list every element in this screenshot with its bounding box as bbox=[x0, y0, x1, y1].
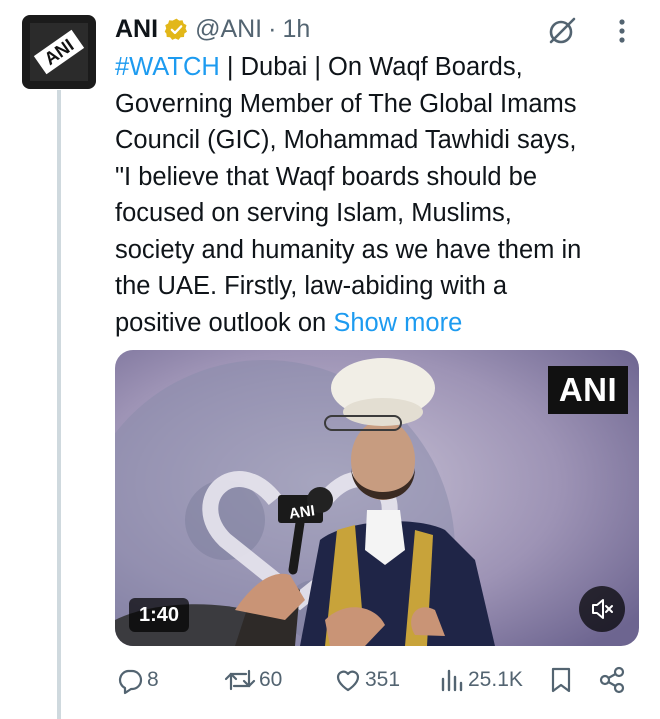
video-duration: 1:40 bbox=[129, 598, 190, 632]
ani-watermark: ANI bbox=[548, 366, 628, 414]
views-icon bbox=[441, 669, 463, 692]
reply-count: 8 bbox=[147, 668, 159, 691]
grok-icon[interactable] bbox=[545, 14, 579, 48]
mute-icon bbox=[592, 599, 613, 619]
verified-badge-icon[interactable] bbox=[164, 17, 189, 42]
repost-icon bbox=[224, 669, 256, 691]
tweet-header: ANI @ANI · 1h bbox=[115, 14, 310, 44]
header-separator: · bbox=[268, 14, 277, 43]
like-count: 351 bbox=[365, 668, 401, 691]
mute-button[interactable] bbox=[579, 586, 625, 632]
more-vertical-icon[interactable] bbox=[612, 14, 632, 48]
hashtag-link[interactable]: #WATCH bbox=[115, 53, 220, 81]
reply-icon bbox=[118, 669, 143, 695]
bookmark-icon bbox=[551, 667, 571, 693]
bookmark-button[interactable] bbox=[547, 662, 575, 698]
thread-line bbox=[57, 90, 61, 719]
repost-button[interactable]: 60 bbox=[223, 662, 282, 698]
action-bar: 8 60 351 25.1K bbox=[115, 662, 635, 698]
tweet-text: #WATCH | Dubai | On Waqf Boards, Governi… bbox=[115, 49, 635, 341]
views-count: 25.1K bbox=[468, 668, 523, 691]
show-more-link[interactable]: Show more bbox=[333, 309, 462, 337]
share-button[interactable] bbox=[597, 662, 627, 698]
reply-button[interactable]: 8 bbox=[115, 662, 159, 698]
tweet-body: | Dubai | On Waqf Boards, Governing Memb… bbox=[115, 53, 582, 337]
repost-count: 60 bbox=[259, 668, 283, 691]
video-player[interactable]: ANI ANI 1:40 bbox=[115, 350, 639, 646]
heart-icon bbox=[336, 670, 360, 692]
tweet-time[interactable]: 1h bbox=[282, 15, 310, 44]
views-button[interactable]: 25.1K bbox=[438, 662, 523, 698]
share-icon bbox=[599, 666, 625, 694]
author-name[interactable]: ANI bbox=[115, 15, 158, 44]
avatar[interactable]: ANI bbox=[22, 15, 96, 89]
like-button[interactable]: 351 bbox=[333, 662, 400, 698]
author-handle[interactable]: @ANI bbox=[195, 15, 262, 44]
